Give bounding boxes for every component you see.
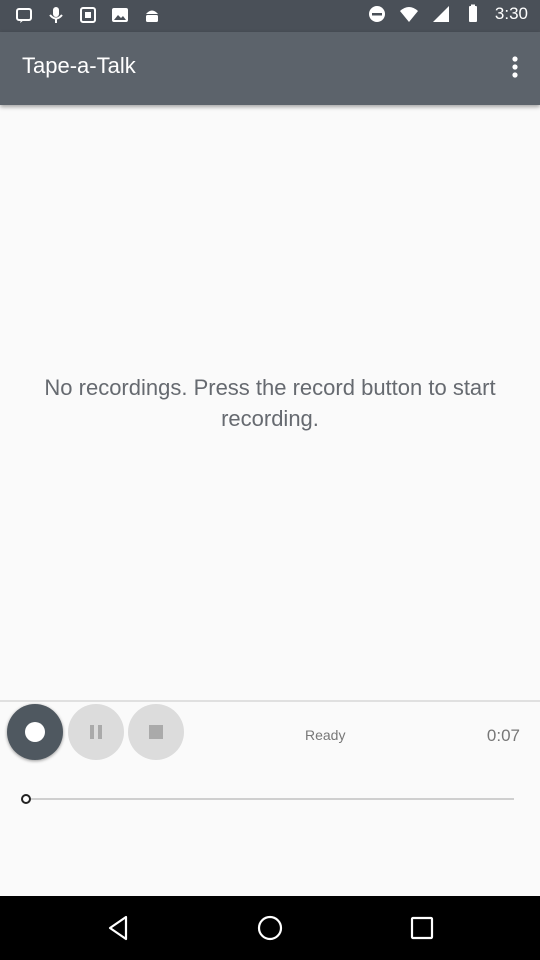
back-icon[interactable]: [104, 914, 132, 942]
status-time: 3:30: [494, 4, 528, 23]
do-not-disturb-icon: [368, 6, 385, 22]
progress-thumb[interactable]: [21, 794, 31, 804]
screenshot-icon: [80, 7, 96, 23]
status-notifications: [14, 5, 162, 25]
navigation-bar: [0, 896, 540, 960]
pause-icon: [90, 725, 102, 739]
empty-state-message: No recordings. Press the record button t…: [44, 375, 496, 431]
player-divider: [0, 700, 540, 702]
app-toolbar: Tape-a-Talk: [0, 32, 540, 105]
notification-icon: [16, 8, 32, 23]
mic-icon: [49, 7, 63, 23]
record-button[interactable]: [7, 704, 63, 760]
signal-icon: [432, 6, 449, 22]
wifi-icon: [399, 7, 418, 22]
progress-track[interactable]: [26, 798, 514, 800]
recents-icon[interactable]: [408, 914, 436, 942]
app-title: Tape-a-Talk: [22, 53, 136, 78]
photo-icon: [112, 8, 128, 22]
stop-button[interactable]: [128, 704, 184, 760]
pause-button[interactable]: [68, 704, 124, 760]
record-icon: [25, 722, 45, 742]
battery-icon: [468, 4, 477, 22]
status-bar: 3:30: [0, 0, 540, 32]
elapsed-time: 0:07: [486, 726, 520, 745]
stop-icon: [149, 725, 163, 739]
player-status: Ready: [305, 727, 346, 743]
status-system: 3:30: [367, 4, 528, 24]
overflow-menu-icon[interactable]: [504, 52, 526, 82]
android-icon: [146, 10, 158, 22]
home-icon[interactable]: [256, 914, 284, 942]
